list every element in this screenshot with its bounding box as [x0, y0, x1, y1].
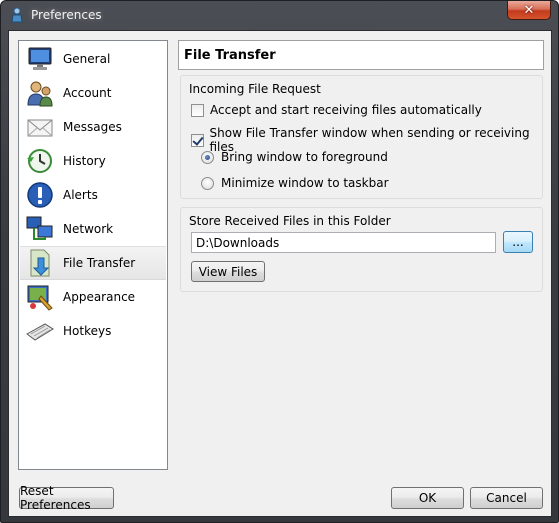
category-list: General Account Messages History Alerts … — [18, 40, 168, 470]
page-title-box: File Transfer — [178, 40, 544, 70]
sidebar-item-label: Network — [63, 222, 114, 236]
radio-bring-foreground-row[interactable]: Bring window to foreground — [201, 150, 388, 164]
radio-minimize-label: Minimize window to taskbar — [221, 176, 389, 190]
group-title: Store Received Files in this Folder — [189, 214, 391, 228]
radio-bring-foreground[interactable] — [201, 150, 214, 164]
reset-preferences-button[interactable]: Reset Preferences — [19, 484, 114, 512]
sidebar-item-alerts[interactable]: Alerts — [20, 178, 166, 212]
auto-accept-label: Accept and start receiving files automat… — [210, 103, 482, 117]
sidebar-item-general[interactable]: General — [20, 42, 166, 76]
network-icon — [24, 213, 56, 245]
clock-icon — [24, 145, 56, 177]
sidebar-item-history[interactable]: History — [20, 144, 166, 178]
sidebar-item-label: General — [63, 52, 111, 66]
cancel-label: Cancel — [486, 491, 527, 505]
file-download-icon — [24, 247, 56, 279]
monitor-icon — [24, 43, 56, 75]
group-title: Incoming File Request — [189, 82, 321, 96]
users-icon — [24, 77, 56, 109]
sidebar-item-account[interactable]: Account — [20, 76, 166, 110]
close-button[interactable]: ✕ — [507, 1, 551, 20]
sidebar-item-network[interactable]: Network — [20, 212, 166, 246]
app-icon — [11, 7, 23, 23]
window-title: Preferences — [31, 8, 102, 22]
browse-label: ... — [512, 235, 524, 249]
show-window-checkbox[interactable] — [191, 133, 204, 147]
alert-icon — [24, 179, 56, 211]
appearance-icon — [24, 281, 56, 313]
client-area: General Account Messages History Alerts … — [8, 30, 552, 517]
envelope-icon — [24, 111, 56, 143]
ok-label: OK — [418, 491, 437, 505]
folder-path-input[interactable] — [191, 232, 496, 253]
radio-bring-foreground-label: Bring window to foreground — [221, 150, 388, 164]
sidebar-item-label: Account — [63, 86, 112, 100]
sidebar-item-messages[interactable]: Messages — [20, 110, 166, 144]
keyboard-icon — [24, 315, 56, 347]
sidebar-item-hotkeys[interactable]: Hotkeys — [20, 314, 166, 348]
cancel-button[interactable]: Cancel — [470, 487, 543, 509]
view-files-button[interactable]: View Files — [191, 261, 265, 282]
title-bar[interactable]: Preferences ✕ — [1, 1, 558, 31]
sidebar-item-label: Hotkeys — [63, 324, 112, 338]
ok-button[interactable]: OK — [391, 487, 464, 509]
view-files-label: View Files — [198, 264, 258, 279]
sidebar-item-label: History — [63, 154, 106, 168]
preferences-window: Preferences ✕ General Account Messages H… — [0, 0, 559, 523]
sidebar-item-file-transfer[interactable]: File Transfer — [20, 246, 166, 280]
close-icon: ✕ — [523, 2, 535, 18]
sidebar-item-label: File Transfer — [63, 256, 136, 270]
radio-minimize-row[interactable]: Minimize window to taskbar — [201, 176, 389, 190]
sidebar-item-appearance[interactable]: Appearance — [20, 280, 166, 314]
incoming-file-request-group: Incoming File Request Accept and start r… — [180, 75, 543, 199]
browse-folder-button[interactable]: ... — [503, 231, 533, 253]
reset-preferences-label: Reset Preferences — [20, 484, 91, 512]
auto-accept-checkbox[interactable] — [191, 103, 204, 117]
sidebar-item-label: Alerts — [63, 188, 98, 202]
sidebar-item-label: Appearance — [63, 290, 136, 304]
auto-accept-checkbox-row[interactable]: Accept and start receiving files automat… — [191, 103, 482, 117]
page-title: File Transfer — [184, 47, 276, 63]
radio-minimize-taskbar[interactable] — [201, 176, 214, 190]
sidebar-item-label: Messages — [63, 120, 122, 134]
